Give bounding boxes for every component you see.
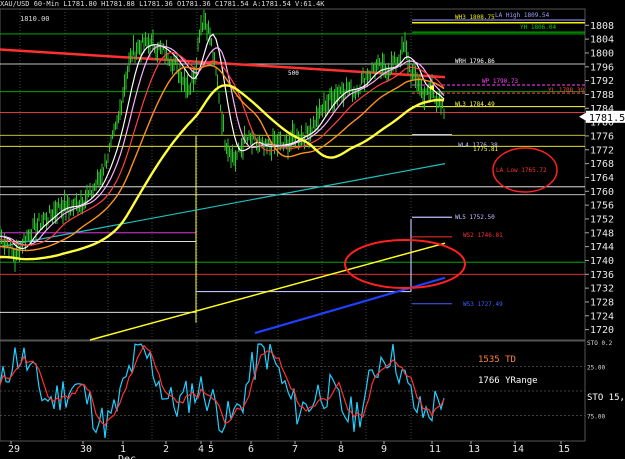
date-tick-label: 5 xyxy=(208,444,214,455)
date-tick-label: 15 xyxy=(558,444,570,455)
blue-trendline xyxy=(254,276,446,335)
level-label: WRH 1796.86 xyxy=(455,58,495,65)
date-tick-label: 29 xyxy=(8,444,20,455)
date-tick-label: 6 xyxy=(248,444,254,455)
date-tick-label: 8 xyxy=(338,444,344,455)
level-label: 1775.81 xyxy=(473,146,499,153)
price-tick-label: 1792 xyxy=(590,76,614,87)
price-chart[interactable]: 1720 1724 1728 1732 1736 1740 1744 1748 1752 1756… xyxy=(0,0,625,459)
level-label: 500 xyxy=(288,70,299,77)
date-tick-label: 14 xyxy=(512,444,524,455)
level-label: YH 1806.04 xyxy=(520,24,557,31)
chart-subheader: 1810.00 xyxy=(20,15,50,23)
chart-header: XAU/USD 60-Min L1781.80 H1781.88 L1781.3… xyxy=(0,0,325,8)
price-tick-label: 1804 xyxy=(590,35,614,46)
date-tick-label: 2 xyxy=(163,444,169,455)
level-label: LA High 1809.54 xyxy=(495,12,550,19)
price-tick-label: 1748 xyxy=(590,228,614,239)
annotation-yrange: 1766 YRange xyxy=(478,376,538,386)
date-tick-label: 4 xyxy=(198,444,204,455)
price-tick-label: 1764 xyxy=(590,173,614,184)
price-tick-label: 1756 xyxy=(590,201,614,212)
level-label: WP 1790.73 xyxy=(482,78,519,85)
price-tick-label: 1740 xyxy=(590,256,614,267)
annotation-td: 1535 TD xyxy=(478,355,516,365)
price-tick-label: 1760 xyxy=(590,187,614,198)
last-price-arrow xyxy=(579,112,586,121)
price-tick-label: 1736 xyxy=(590,270,614,281)
level-label: WS3 1727.49 xyxy=(463,301,503,308)
price-tick-label: 1732 xyxy=(590,284,614,295)
date-tick-label: 7 xyxy=(292,444,298,455)
date-tick-label: 9 xyxy=(381,444,387,455)
price-tick-label: 1772 xyxy=(590,145,614,156)
price-tick-label: 1724 xyxy=(590,311,614,322)
cyan-trendline xyxy=(0,163,446,248)
price-tick-label: 1744 xyxy=(590,242,614,253)
month-label: Dec xyxy=(118,454,136,459)
price-tick-label: 1788 xyxy=(590,90,614,101)
level-label: WS2 1746.81 xyxy=(463,232,503,239)
price-tick-label: 1808 xyxy=(590,21,614,32)
level-label: WL5 1752.50 xyxy=(455,214,495,221)
annotation-circle-lower xyxy=(344,239,466,289)
date-tick-label: 11 xyxy=(429,444,441,455)
osc-tick-label: 25.00 xyxy=(587,365,605,372)
price-tick-label: 1796 xyxy=(590,62,614,73)
price-tick-label: 1776 xyxy=(590,131,614,142)
osc-slow-line xyxy=(0,344,445,427)
price-tick-label: 1728 xyxy=(590,297,614,308)
date-tick-label: 30 xyxy=(80,444,92,455)
price-tick-label: 1800 xyxy=(590,48,614,59)
marker-square xyxy=(430,85,434,90)
last-price-label: 1781.54 xyxy=(589,113,625,124)
ma-red xyxy=(0,51,445,247)
osc-top-label: STO 0.2 xyxy=(587,340,613,347)
level-label: LA Low 1765.72 xyxy=(496,167,547,174)
ma-pink xyxy=(0,45,445,246)
price-tick-label: 1720 xyxy=(590,325,614,336)
price-tick-label: 1752 xyxy=(590,214,614,225)
osc-label: STO 15, xyxy=(587,393,625,403)
price-tick-label: 1768 xyxy=(590,159,614,170)
osc-tick-label: 75.00 xyxy=(587,414,605,421)
price-panel-border xyxy=(0,8,586,341)
date-tick-label: 13 xyxy=(468,444,480,455)
